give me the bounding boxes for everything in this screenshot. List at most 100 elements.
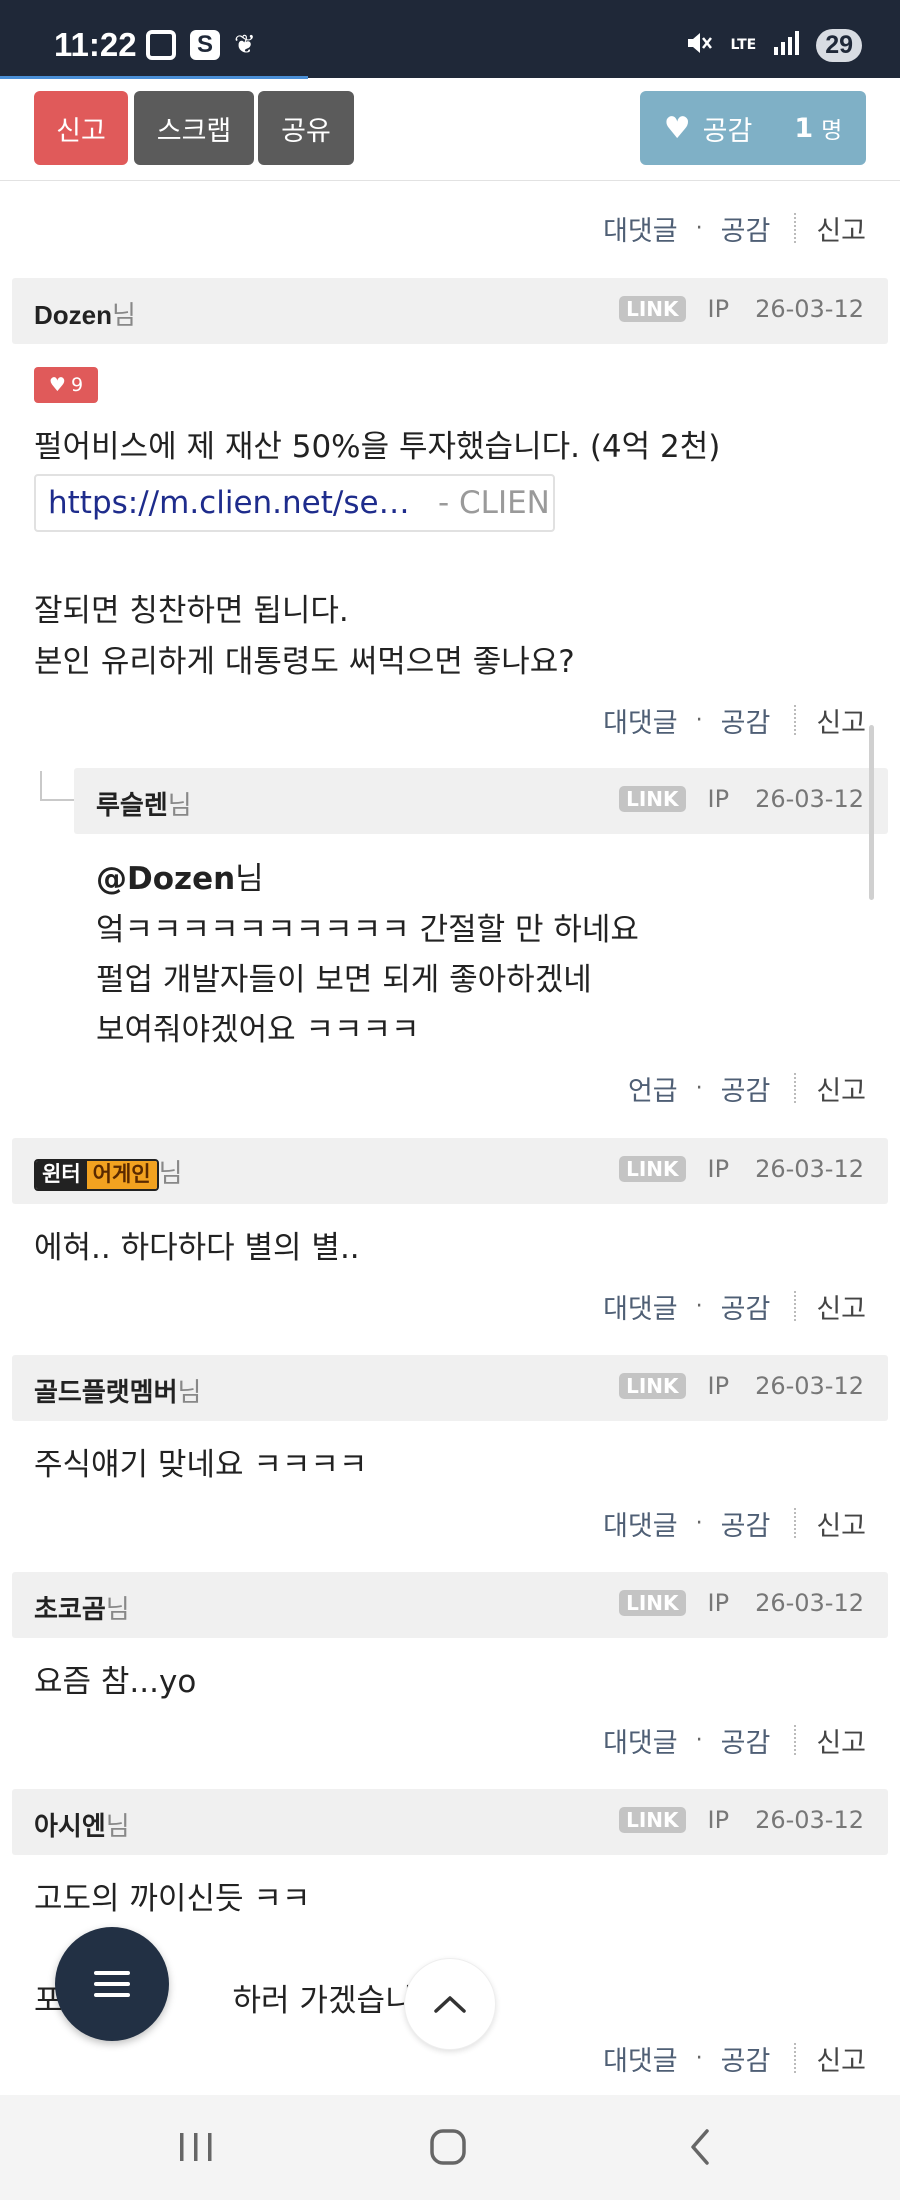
like-link[interactable]: 공감	[721, 1504, 771, 1543]
comment-actions: 대댓글 · 공감 신고	[603, 1503, 866, 1543]
comment-author[interactable]: 초코곰	[34, 1594, 106, 1624]
comment-author[interactable]: 골드플랫멤버	[34, 1377, 178, 1407]
comment-text: 펄어비스에 제 재산 50%을 투자했습니다. (4억 2천)	[34, 429, 721, 465]
scrollbar[interactable]	[869, 725, 874, 900]
comment-actions: 대댓글 · 공감 신고	[603, 208, 866, 248]
report-link[interactable]: 신고	[816, 701, 866, 740]
comment-date: 26-03-12	[755, 1155, 864, 1183]
mute-icon	[684, 28, 714, 62]
like-count: 1	[794, 112, 814, 144]
comment-header: 아시엔님 LINK IP 26-03-12	[12, 1789, 888, 1855]
link-badge[interactable]: LINK	[619, 1807, 686, 1833]
ip-label: IP	[707, 1806, 730, 1834]
comment-text: 요즘 참...yo	[34, 1664, 197, 1700]
s-app-icon: S	[190, 30, 220, 60]
heart-icon: ♥	[48, 374, 66, 396]
comment-header: 윈터 어게인 님 LINK IP 26-03-12	[12, 1138, 888, 1204]
nickname-logo[interactable]: 윈터 어게인	[34, 1159, 159, 1192]
screenshot-icon	[146, 30, 176, 60]
comment-header: 초코곰님 LINK IP 26-03-12	[12, 1572, 888, 1638]
link-badge[interactable]: LINK	[619, 296, 686, 322]
comment-actions: 대댓글 · 공감 신고	[603, 700, 866, 740]
comment-header: Dozen님 LINK IP 26-03-12	[12, 278, 888, 344]
comment-date: 26-03-12	[755, 1589, 864, 1617]
like-unit: 명	[821, 118, 843, 144]
heart-icon: ♥	[663, 110, 691, 146]
comment-actions: 언급 · 공감 신고	[628, 1068, 866, 1108]
reply-link[interactable]: 대댓글	[603, 1287, 678, 1326]
comment-header: 루슬렌님 LINK IP 26-03-12	[74, 768, 888, 834]
comment-text: 잘되면 칭찬하면 됩니다.	[34, 593, 349, 629]
comment-text: 에혀.. 하다하다 별의 별..	[34, 1230, 360, 1266]
recents-button[interactable]	[166, 2121, 226, 2173]
ip-label: IP	[707, 295, 730, 323]
clock: 11:22	[54, 26, 137, 63]
link-preview[interactable]: https://m.clien.net/service/board/park -…	[34, 474, 555, 532]
ip-label: IP	[707, 1155, 730, 1183]
like-button[interactable]: ♥ 공감 1 명	[640, 91, 866, 165]
link-badge[interactable]: LINK	[619, 1590, 686, 1616]
comment-text: 주식얘기 맞네요 ㅋㅋㅋㅋ	[34, 1447, 368, 1483]
comment-author[interactable]: 루슬렌	[96, 790, 168, 820]
like-link[interactable]: 공감	[721, 701, 771, 740]
comment-actions: 대댓글 · 공감 신고	[603, 1720, 866, 1760]
report-link[interactable]: 신고	[816, 1721, 866, 1760]
reply-link[interactable]: 대댓글	[603, 1721, 678, 1760]
comment-date: 26-03-12	[755, 785, 864, 813]
report-button[interactable]: 신고	[34, 91, 128, 165]
comment-date: 26-03-12	[755, 1806, 864, 1834]
post-action-bar: 신고 스크랩 공유 ♥ 공감 1 명	[0, 79, 900, 181]
like-link[interactable]: 공감	[721, 1287, 771, 1326]
like-link[interactable]: 공감	[721, 1721, 771, 1760]
network-indicator: LTE	[730, 37, 757, 53]
comment-author[interactable]: Dozen	[34, 300, 112, 330]
back-button[interactable]	[670, 2121, 730, 2173]
reply-link[interactable]: 대댓글	[603, 209, 678, 248]
link-site: - CLIEN	[438, 485, 550, 521]
ip-label: IP	[707, 1589, 730, 1617]
scroll-top-button[interactable]	[404, 1958, 496, 2050]
link-badge[interactable]: LINK	[619, 1156, 686, 1182]
report-link[interactable]: 신고	[816, 1504, 866, 1543]
battery-indicator: 29	[816, 28, 862, 62]
scrap-button[interactable]: 스크랩	[134, 91, 254, 165]
like-link[interactable]: 공감	[721, 2039, 771, 2078]
comment-author[interactable]: 아시엔	[34, 1811, 106, 1841]
report-link[interactable]: 신고	[816, 2039, 866, 2078]
share-button[interactable]: 공유	[258, 91, 354, 165]
like-link[interactable]: 공감	[721, 209, 771, 248]
comment-text: 엌ㅋㅋㅋㅋㅋㅋㅋㅋㅋㅋ 간절할 만 하네요	[96, 912, 639, 948]
comment-text: 보여줘야겠어요 ㅋㅋㅋㅋ	[96, 1012, 420, 1048]
comment-date: 26-03-12	[755, 295, 864, 323]
comment-like-badge: ♥ 9	[34, 367, 98, 403]
comment-date: 26-03-12	[755, 1372, 864, 1400]
reply-link[interactable]: 대댓글	[603, 701, 678, 740]
status-bar: 11:22 S ❦ LTE 29	[0, 0, 900, 79]
comment-header: 골드플랫멤버님 LINK IP 26-03-12	[12, 1355, 888, 1421]
reply-link[interactable]: 대댓글	[603, 1504, 678, 1543]
link-url[interactable]: https://m.clien.net/service/board/park	[48, 485, 422, 521]
back-icon	[691, 2129, 709, 2165]
mention-link[interactable]: 언급	[628, 1069, 678, 1108]
report-link[interactable]: 신고	[816, 1287, 866, 1326]
menu-fab-button[interactable]	[55, 1927, 169, 2041]
reply-link[interactable]: 대댓글	[603, 2039, 678, 2078]
reply-indent-marker	[40, 771, 74, 801]
ip-label: IP	[707, 785, 730, 813]
comment-actions: 대댓글 · 공감 신고	[603, 2038, 866, 2078]
link-badge[interactable]: LINK	[619, 1373, 686, 1399]
comment-text: 펄업 개발자들이 보면 되게 좋아하겠네	[96, 962, 592, 998]
like-link[interactable]: 공감	[721, 1069, 771, 1108]
report-link[interactable]: 신고	[816, 209, 866, 248]
home-button[interactable]	[418, 2121, 478, 2173]
like-button-label: 공감	[702, 115, 753, 147]
comment-text: 본인 유리하게 대통령도 써먹으면 좋나요?	[34, 644, 575, 680]
leaf-icon: ❦	[234, 30, 256, 60]
chevron-up-icon	[434, 1996, 466, 2013]
link-badge[interactable]: LINK	[619, 786, 686, 812]
signal-icon	[772, 30, 800, 60]
mention[interactable]: @Dozen님	[96, 854, 264, 904]
comment-text: 고도의 까이신듯 ㅋㅋ	[34, 1881, 311, 1917]
ip-label: IP	[707, 1372, 730, 1400]
report-link[interactable]: 신고	[816, 1069, 866, 1108]
